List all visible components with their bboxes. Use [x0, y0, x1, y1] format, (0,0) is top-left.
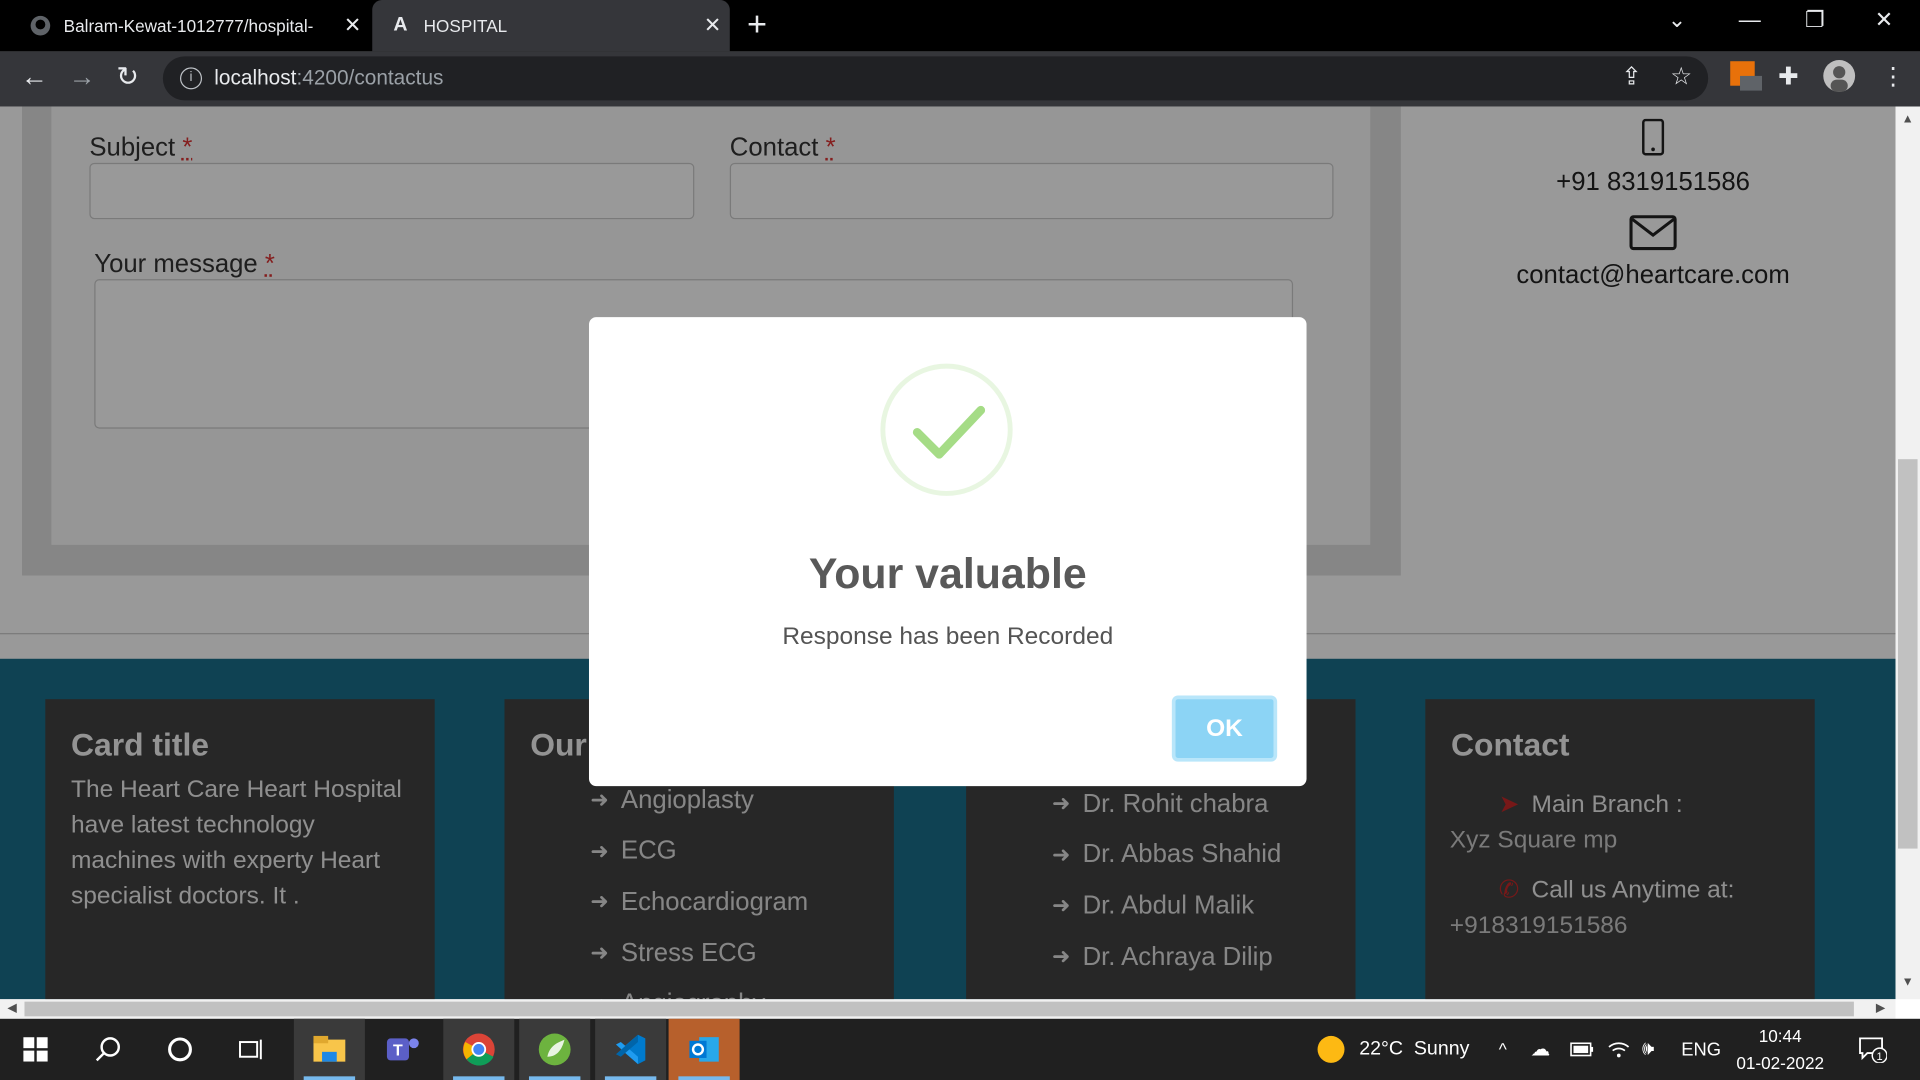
address-bar[interactable]: i localhost:4200/contactus: [162, 56, 1709, 101]
extension-off-icon[interactable]: [1728, 59, 1763, 93]
extensions-puzzle-icon[interactable]: ✚: [1778, 61, 1799, 92]
weather-temp: 22°C: [1359, 1038, 1403, 1060]
browser-tab-bar: Balram-Kewat-1012777/hospital- ✕ A HOSPI…: [0, 0, 1920, 52]
svg-text:1: 1: [1877, 1051, 1883, 1063]
scroll-up-arrow-icon[interactable]: ▲: [1902, 113, 1914, 126]
teams-icon[interactable]: T: [367, 1019, 438, 1080]
back-icon[interactable]: ←: [21, 62, 48, 91]
file-explorer-icon[interactable]: [293, 1018, 365, 1080]
success-check-icon: [880, 363, 1013, 496]
close-window-icon[interactable]: ✕: [1875, 7, 1893, 33]
search-icon[interactable]: [73, 1019, 144, 1080]
github-icon: [29, 15, 51, 37]
weather-widget[interactable]: 22°C Sunny: [1317, 1019, 1470, 1080]
spring-tool-icon[interactable]: [519, 1018, 591, 1080]
browser-toolbar: ← → ↻ i localhost:4200/contactus ⇪ ☆ ✚ ⋮: [0, 51, 1920, 107]
clock-time: 10:44: [1758, 1026, 1802, 1046]
url-host: localhost: [214, 66, 297, 90]
outlook-icon[interactable]: [668, 1018, 740, 1080]
restore-icon[interactable]: ❐: [1805, 7, 1825, 33]
dialog-text: Response has been Recorded: [782, 623, 1114, 651]
screen: Balram-Kewat-1012777/hospital- ✕ A HOSPI…: [0, 0, 1920, 1080]
share-icon[interactable]: ⇪: [1621, 61, 1642, 92]
vscode-icon[interactable]: [595, 1018, 667, 1080]
tab-github[interactable]: Balram-Kewat-1012777/hospital- ✕: [15, 0, 370, 51]
task-view-icon[interactable]: [216, 1019, 287, 1080]
sun-icon: [1317, 1035, 1345, 1063]
chrome-icon[interactable]: [443, 1018, 515, 1080]
onedrive-cloud-icon[interactable]: ☁: [1531, 1019, 1551, 1080]
taskbar: T 22°C Sunny ^ ☁ 🕪 ENG 10:44 01-02-2022 …: [0, 1018, 1920, 1080]
tab-hospital[interactable]: A HOSPITAL ✕: [372, 0, 730, 52]
clock-date: 01-02-2022: [1736, 1053, 1825, 1073]
notification-center-icon[interactable]: 1: [1858, 1019, 1887, 1080]
show-hidden-icons-icon[interactable]: ^: [1499, 1019, 1507, 1080]
scroll-left-arrow-icon[interactable]: ◀: [7, 1002, 16, 1015]
avatar[interactable]: [1822, 59, 1856, 93]
tab-search-icon[interactable]: ⌄: [1668, 7, 1686, 33]
menu-kebab-icon[interactable]: ⋮: [1881, 61, 1905, 92]
clock[interactable]: 10:44 01-02-2022: [1736, 1019, 1824, 1080]
close-tab-icon[interactable]: ✕: [696, 13, 730, 37]
close-tab-icon[interactable]: ✕: [336, 13, 370, 37]
weather-text: Sunny: [1413, 1038, 1470, 1060]
site-info-icon[interactable]: i: [180, 67, 203, 90]
scroll-right-arrow-icon[interactable]: ▶: [1876, 1002, 1885, 1015]
wifi-icon[interactable]: [1608, 1019, 1630, 1080]
tab-title: HOSPITAL: [423, 15, 508, 36]
dialog-title: Your valuable: [808, 549, 1087, 598]
ok-button[interactable]: OK: [1171, 695, 1278, 762]
battery-icon[interactable]: [1570, 1019, 1594, 1080]
success-dialog: Your valuable Response has been Recorded…: [588, 317, 1307, 787]
tab-title: Balram-Kewat-1012777/hospital-: [63, 15, 314, 36]
angular-icon: A: [393, 14, 408, 36]
svg-text:T: T: [393, 1043, 403, 1060]
language-indicator[interactable]: ENG: [1681, 1019, 1721, 1080]
volume-icon[interactable]: 🕪: [1642, 1019, 1654, 1080]
bookmark-star-icon[interactable]: ☆: [1670, 61, 1692, 92]
url-path: :4200/contactus: [296, 66, 444, 90]
minimize-icon[interactable]: —: [1739, 7, 1761, 33]
scroll-down-arrow-icon[interactable]: ▼: [1902, 976, 1914, 989]
forward-icon[interactable]: →: [69, 62, 96, 91]
cortana-icon[interactable]: [144, 1019, 215, 1080]
reload-icon[interactable]: ↻: [116, 62, 139, 91]
vertical-scroll-thumb[interactable]: [1897, 459, 1918, 849]
windows-start-icon[interactable]: [0, 1019, 71, 1080]
new-tab-icon[interactable]: +: [747, 7, 767, 41]
horizontal-scroll-thumb[interactable]: [24, 1001, 1854, 1017]
